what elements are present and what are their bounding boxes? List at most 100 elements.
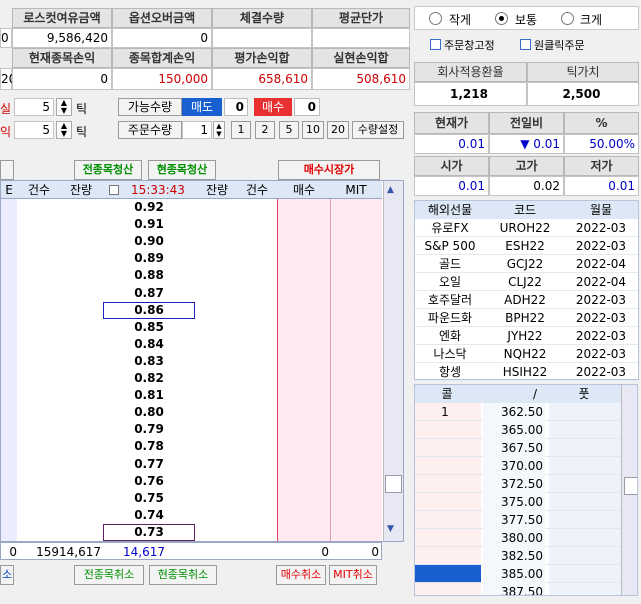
spin-up-icon[interactable]: ▲ <box>216 122 221 130</box>
buy-market-button[interactable]: 매수시장가 <box>278 160 380 180</box>
stop-loss-spinner[interactable]: ▲ ▼ <box>56 98 72 116</box>
option-row[interactable]: 1 362.50 <box>415 403 621 421</box>
spin-down-icon[interactable]: ▼ <box>61 106 67 115</box>
pin-window-checkbox[interactable] <box>430 39 441 50</box>
scroll-down-icon[interactable]: ▼ <box>387 524 394 534</box>
price-level[interactable]: 0.82 <box>103 370 195 387</box>
price-level[interactable]: 0.76 <box>103 473 195 490</box>
price-level[interactable]: 0.75 <box>103 490 195 507</box>
futures-row[interactable]: 나스닥 NQH22 2022-03 <box>415 345 638 363</box>
price-level[interactable]: 0.78 <box>103 438 195 455</box>
option-row[interactable]: 365.00 <box>415 421 621 439</box>
futures-row[interactable]: 유로FX UROH22 2022-03 <box>415 219 638 237</box>
cancel-all-button[interactable]: 전종목취소 <box>74 565 144 585</box>
take-profit-spinner[interactable]: ▲ ▼ <box>56 121 72 139</box>
spin-down-icon[interactable]: ▼ <box>216 130 221 138</box>
cancel-left-button[interactable]: 소 <box>0 565 14 585</box>
left-edge-button[interactable] <box>0 160 14 180</box>
cancel-current-button[interactable]: 현종목취소 <box>149 565 217 585</box>
option-row[interactable]: 387.50 <box>415 583 621 595</box>
losscut-header: 로스컷여유금액 <box>12 8 112 28</box>
futures-month: 2022-03 <box>575 329 627 343</box>
radio-small-label: 작게 <box>449 13 472 27</box>
futures-row[interactable]: 항셍 HSIH22 2022-03 <box>415 363 638 381</box>
price-level[interactable]: 0.87 <box>103 285 195 302</box>
option-row[interactable]: 372.50 <box>415 475 621 493</box>
option-row[interactable]: 370.00 <box>415 457 621 475</box>
exchange-rate-header: 회사적용환율 <box>414 62 527 82</box>
option-row[interactable]: 385.00 <box>415 565 621 583</box>
order-book: E 건수 잔량 15:33:43 잔량 건수 매수 MIT 0.92 0.91 0.… <box>0 180 404 542</box>
radio-dot-icon <box>499 16 504 21</box>
price-level[interactable]: 0.84 <box>103 336 195 353</box>
options-scrollbar[interactable] <box>621 385 637 595</box>
price-level[interactable]: 0.92 <box>103 199 195 216</box>
price-level[interactable]: 0.77 <box>103 456 195 473</box>
options-scroll-thumb[interactable] <box>624 477 637 495</box>
qty-preset-5[interactable]: 5 <box>279 121 299 139</box>
price-level[interactable]: 0.73 <box>103 523 195 541</box>
one-click-checkbox[interactable] <box>520 39 531 50</box>
futures-name: 엔화 <box>438 329 462 343</box>
price-level[interactable]: 0.81 <box>103 387 195 404</box>
qty-preset-20[interactable]: 20 <box>327 121 349 139</box>
price-level[interactable]: 0.79 <box>103 421 195 438</box>
options-col-call: 콜 <box>441 387 453 401</box>
order-qty-input[interactable]: 1 <box>182 121 212 139</box>
available-qty-label: 가능수량 <box>118 98 182 116</box>
futures-name: 파운드화 <box>427 311 473 325</box>
futures-list: 해외선물 코드 월물 유로FX UROH22 2022-03 S&P 500 ESH22… <box>414 200 639 381</box>
cancel-mit-button[interactable]: MIT취소 <box>329 565 377 585</box>
cancel-buy-button[interactable]: 매수취소 <box>276 565 326 585</box>
option-row[interactable]: 382.50 <box>415 547 621 565</box>
futures-row[interactable]: 호주달러 ADH22 2022-03 <box>415 291 638 309</box>
take-profit-label: 익 <box>0 125 12 139</box>
futures-row[interactable]: 오일 CLJ22 2022-04 <box>415 273 638 291</box>
book-checkbox[interactable] <box>109 185 119 195</box>
close-current-button[interactable]: 현종목청산 <box>148 160 216 180</box>
radio-large[interactable] <box>561 12 574 25</box>
price-level[interactable]: 0.83 <box>103 353 195 370</box>
price-level[interactable]: 0.90 <box>103 233 195 250</box>
scroll-thumb[interactable] <box>385 475 402 493</box>
futures-row[interactable]: 엔화 JYH22 2022-03 <box>415 327 638 345</box>
option-row[interactable]: 367.50 <box>415 439 621 457</box>
price-level[interactable]: 0.86 <box>103 301 195 319</box>
take-profit-input[interactable]: 5 <box>14 121 54 139</box>
close-all-button[interactable]: 전종목청산 <box>74 160 142 180</box>
price-level[interactable]: 0.74 <box>103 507 195 524</box>
price-level[interactable]: 0.91 <box>103 216 195 233</box>
option-row[interactable]: 375.00 <box>415 493 621 511</box>
price-level[interactable]: 0.85 <box>103 319 195 336</box>
futures-col-name: 해외선물 <box>427 203 473 217</box>
price-level[interactable]: 0.80 <box>103 404 195 421</box>
option-row[interactable]: 377.50 <box>415 511 621 529</box>
strike-price: 387.50 <box>483 583 545 595</box>
price-level[interactable]: 0.88 <box>103 267 195 284</box>
option-row[interactable]: 380.00 <box>415 529 621 547</box>
futures-row[interactable]: 파운드화 BPH22 2022-03 <box>415 309 638 327</box>
futures-row[interactable]: 골드 GCJ22 2022-04 <box>415 255 638 273</box>
sell-button[interactable]: 매도 <box>182 98 222 116</box>
order-book-scrollbar[interactable]: ▲ ▼ <box>383 181 403 541</box>
open-header: 시가 <box>414 156 489 176</box>
stop-loss-input[interactable]: 5 <box>14 98 54 116</box>
options-col-strike: / <box>532 387 537 401</box>
order-qty-spinner[interactable]: ▲ ▼ <box>213 121 225 139</box>
qty-preset-1[interactable]: 1 <box>231 121 251 139</box>
buy-button[interactable]: 매수 <box>254 98 292 116</box>
col-buy-qty: 잔량 <box>205 183 229 197</box>
scroll-up-icon[interactable]: ▲ <box>387 185 394 195</box>
radio-normal[interactable] <box>495 12 508 25</box>
radio-small[interactable] <box>429 12 442 25</box>
spin-down-icon[interactable]: ▼ <box>61 129 67 138</box>
buy-mit-column[interactable] <box>330 199 382 541</box>
futures-code: GCJ22 <box>506 257 544 271</box>
price-level[interactable]: 0.89 <box>103 250 195 267</box>
qty-preset-10[interactable]: 10 <box>302 121 324 139</box>
qty-settings-button[interactable]: 수량설정 <box>352 121 404 139</box>
qty-preset-2[interactable]: 2 <box>255 121 275 139</box>
sell-mit-column[interactable] <box>1 199 17 541</box>
futures-row[interactable]: S&P 500 ESH22 2022-03 <box>415 237 638 255</box>
buy-order-column[interactable] <box>277 199 330 541</box>
